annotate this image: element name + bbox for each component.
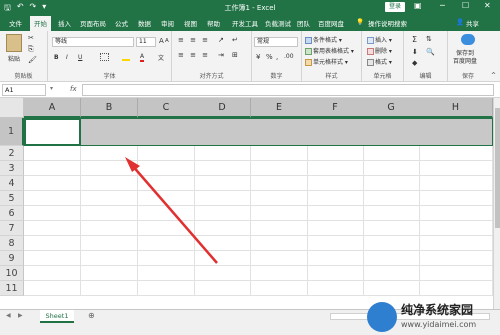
watermark: 纯净系统家园 www.yidaimei.com: [367, 298, 492, 334]
annotation-arrow: [125, 157, 218, 264]
watermark-logo-icon: [367, 302, 397, 332]
watermark-title: 纯净系统家园: [401, 303, 474, 317]
watermark-url: www.yidaimei.com: [401, 320, 477, 329]
